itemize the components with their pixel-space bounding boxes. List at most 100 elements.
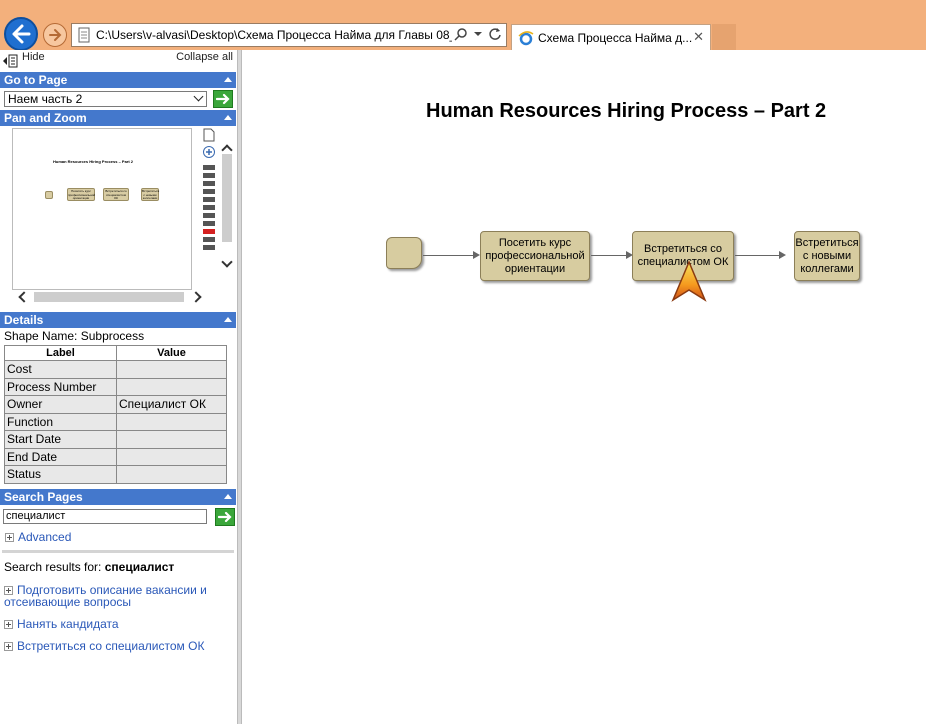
search-result-item[interactable]: Подготовить описание вакансии и отсеиваю…: [0, 584, 230, 608]
collapse-triangle-icon[interactable]: [224, 115, 232, 120]
new-tab-button[interactable]: [712, 24, 736, 50]
browser-toolbar: C:\Users\v-alvasi\Desktop\Схема Процесса…: [0, 0, 926, 51]
scroll-thumb[interactable]: [222, 154, 232, 242]
hide-panel-icon[interactable]: [2, 54, 18, 68]
zoom-level-bar-current[interactable]: [203, 229, 215, 234]
zoom-level-bar[interactable]: [203, 197, 215, 202]
arrowhead-icon: [473, 251, 480, 259]
back-button[interactable]: [4, 17, 38, 51]
search-pages-header[interactable]: Search Pages: [0, 488, 236, 505]
diagram-canvas: Human Resources Hiring Process – Part 2 …: [243, 50, 926, 724]
dropdown-icon[interactable]: [474, 27, 482, 41]
browser-tab[interactable]: Схема Процесса Найма д... ✕: [511, 24, 711, 50]
chevron-left-icon[interactable]: [18, 291, 30, 303]
connector: [423, 255, 473, 256]
connector: [735, 255, 779, 256]
table-row: End Date: [4, 447, 227, 466]
row-value: Специалист ОК: [116, 395, 227, 414]
row-label: Cost: [4, 360, 117, 379]
row-label: Status: [4, 465, 117, 484]
row-value: [116, 465, 227, 484]
search-result-item[interactable]: Нанять кандидата: [0, 618, 230, 630]
chevron-down-icon[interactable]: [221, 256, 233, 268]
row-label: Function: [4, 412, 117, 431]
refresh-icon[interactable]: [488, 27, 502, 41]
table-row: Status: [4, 465, 227, 484]
expand-plus-icon[interactable]: [4, 641, 13, 651]
search-result-link[interactable]: Нанять кандидата: [17, 617, 119, 631]
divider: [2, 549, 234, 553]
pan-zoom-header[interactable]: Pan and Zoom: [0, 110, 236, 126]
go-to-page-header[interactable]: Go to Page: [0, 72, 236, 88]
collapse-all-link[interactable]: Collapse all: [176, 51, 233, 63]
go-to-page-row: Наем часть 2: [0, 88, 237, 110]
row-label: Owner: [4, 395, 117, 414]
expand-plus-icon[interactable]: [4, 585, 13, 595]
row-value: [116, 430, 227, 449]
search-result-item[interactable]: Встретиться со специалистом ОК: [0, 640, 230, 652]
scroll-thumb[interactable]: [34, 292, 184, 302]
go-to-page-button[interactable]: [213, 90, 233, 108]
row-label: End Date: [4, 447, 117, 466]
back-arrow-icon: [12, 24, 31, 44]
column-header-value: Value: [116, 345, 227, 361]
zoom-level-bar[interactable]: [203, 173, 215, 178]
thumbnail-step: Встретиться с новыми коллегами: [141, 188, 160, 201]
zoom-level-bar[interactable]: [203, 205, 215, 210]
panel-splitter[interactable]: [237, 50, 242, 724]
details-table: Label Value Cost Process Number Owner Спе…: [4, 345, 227, 484]
diagram-thumbnail[interactable]: Human Resources Hiring Process – Part 2 …: [12, 128, 192, 290]
zoom-level-bar[interactable]: [203, 245, 215, 250]
highlight-arrow-icon: [671, 260, 707, 302]
fit-page-icon[interactable]: [202, 128, 216, 142]
row-value: [116, 447, 227, 466]
vertical-scrollbar[interactable]: [220, 140, 234, 286]
hide-label[interactable]: Hide: [22, 51, 45, 63]
chevron-down-icon: [193, 91, 204, 102]
collapse-triangle-icon[interactable]: [224, 317, 232, 322]
details-header[interactable]: Details: [0, 312, 236, 328]
search-result-link[interactable]: Встретиться со специалистом ОК: [17, 639, 204, 653]
address-bar[interactable]: C:\Users\v-alvasi\Desktop\Схема Процесса…: [71, 23, 507, 47]
close-tab-icon[interactable]: ✕: [693, 29, 704, 45]
zoom-level-bar[interactable]: [203, 213, 215, 218]
process-step[interactable]: Встретиться с новыми коллегами: [794, 231, 860, 281]
start-shape[interactable]: [386, 237, 422, 269]
navigation-panel: Hide Collapse all Go to Page Наем часть …: [0, 50, 238, 724]
diagram-title: Human Resources Hiring Process – Part 2: [426, 100, 827, 122]
advanced-link[interactable]: Advanced: [18, 530, 71, 544]
table-row: Owner Специалист ОК: [4, 395, 227, 414]
thumbnail-step: Встретиться со специалистом ОК: [103, 188, 129, 201]
go-arrow-icon: [218, 511, 232, 522]
search-icon[interactable]: [454, 27, 468, 41]
expand-plus-icon[interactable]: [5, 532, 14, 542]
search-pages-title: Search Pages: [4, 489, 83, 504]
zoom-in-icon[interactable]: [202, 145, 216, 159]
search-button[interactable]: [215, 507, 235, 526]
search-input[interactable]: специалист: [3, 508, 207, 524]
page-icon: [78, 27, 90, 43]
forward-button[interactable]: [43, 23, 67, 47]
search-row: специалист: [0, 505, 237, 527]
chevron-right-icon[interactable]: [190, 291, 202, 303]
page-select[interactable]: Наем часть 2: [4, 91, 207, 107]
process-step[interactable]: Посетить курс профессиональной ориентаци…: [480, 231, 590, 281]
address-url[interactable]: C:\Users\v-alvasi\Desktop\Схема Процесса…: [96, 28, 452, 42]
zoom-level-bar[interactable]: [203, 237, 215, 242]
zoom-level-bar[interactable]: [203, 165, 215, 170]
go-arrow-icon: [216, 93, 230, 105]
pan-zoom-title: Pan and Zoom: [4, 111, 87, 125]
search-results-heading: Search results for: специалист: [0, 560, 237, 574]
zoom-level-bar[interactable]: [203, 189, 215, 194]
horizontal-scrollbar[interactable]: [12, 290, 208, 304]
search-result-link[interactable]: Подготовить описание вакансии и отсеиваю…: [4, 583, 207, 609]
results-term: специалист: [104, 559, 175, 574]
zoom-level-bar[interactable]: [203, 221, 215, 226]
zoom-level-bar[interactable]: [203, 181, 215, 186]
row-label: Process Number: [4, 377, 117, 396]
collapse-triangle-icon[interactable]: [224, 493, 232, 499]
expand-plus-icon[interactable]: [4, 619, 13, 629]
shape-name: Shape Name: Subprocess: [4, 329, 145, 343]
collapse-triangle-icon[interactable]: [224, 77, 232, 82]
advanced-row: Advanced: [0, 530, 237, 544]
